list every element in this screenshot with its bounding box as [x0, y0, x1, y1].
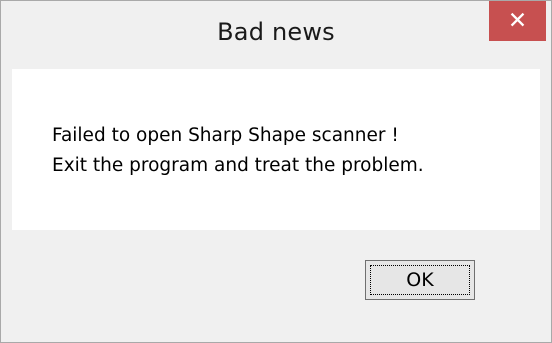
error-message-line-2: Exit the program and treat the problem.: [52, 155, 424, 176]
title-bar[interactable]: Bad news ✕: [1, 1, 551, 69]
error-message: Failed to open Sharp Shape scanner ! Exi…: [52, 121, 424, 181]
error-message-line-1: Failed to open Sharp Shape scanner !: [52, 125, 399, 146]
ok-button[interactable]: OK: [365, 260, 475, 300]
button-bar: OK: [12, 230, 540, 329]
close-icon: ✕: [507, 7, 528, 34]
message-area: Failed to open Sharp Shape scanner ! Exi…: [12, 69, 540, 230]
ok-button-label: OK: [406, 269, 434, 291]
close-button[interactable]: ✕: [489, 1, 546, 41]
dialog-title: Bad news: [217, 18, 335, 46]
message-dialog: Bad news ✕ Failed to open Sharp Shape sc…: [0, 0, 552, 343]
dialog-bottom-edge: [1, 329, 551, 342]
